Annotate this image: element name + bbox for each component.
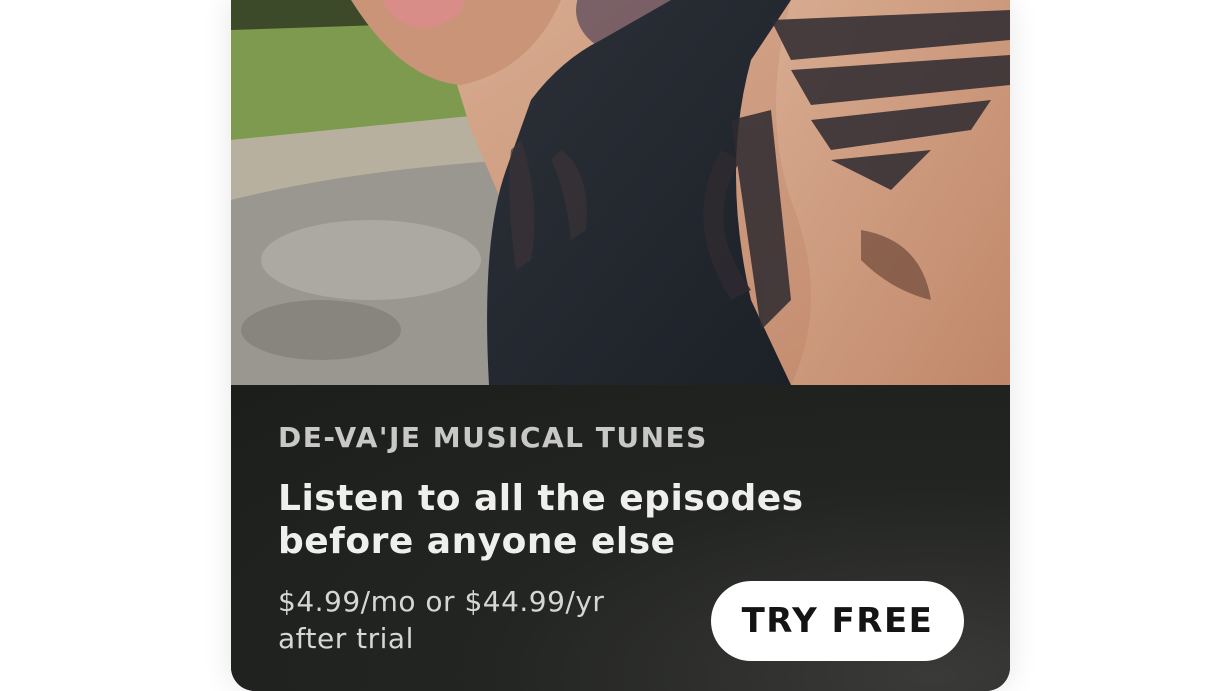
offer-info-panel: DE-VA'JE MUSICAL TUNES Listen to all the… <box>231 385 1010 691</box>
artwork-illustration <box>231 0 1010 385</box>
price-text: $4.99/mo or $44.99/yr after trial <box>278 585 605 655</box>
show-name: DE-VA'JE MUSICAL TUNES <box>278 421 708 454</box>
try-free-button[interactable]: TRY FREE <box>711 581 964 661</box>
subscription-offer-card: DE-VA'JE MUSICAL TUNES Listen to all the… <box>231 0 1010 691</box>
show-artwork-image <box>231 0 1010 385</box>
offer-headline: Listen to all the episodes before anyone… <box>278 478 804 562</box>
